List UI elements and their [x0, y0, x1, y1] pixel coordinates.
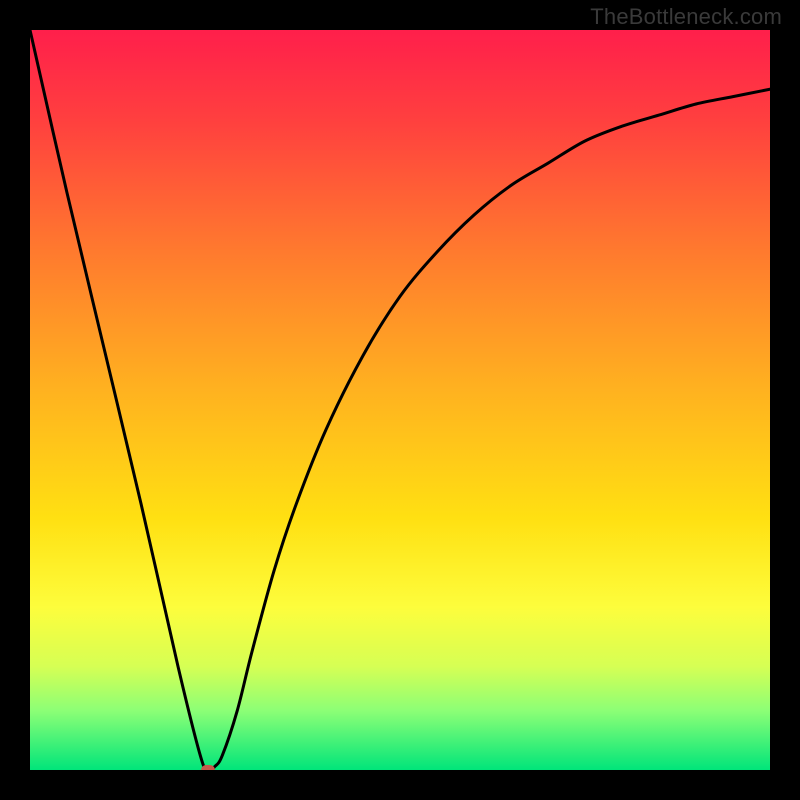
chart-stage: TheBottleneck.com [0, 0, 800, 800]
watermark-text: TheBottleneck.com [590, 4, 782, 30]
optimal-point-marker [201, 765, 215, 770]
bottleneck-curve [30, 30, 770, 770]
plot-area [30, 30, 770, 770]
